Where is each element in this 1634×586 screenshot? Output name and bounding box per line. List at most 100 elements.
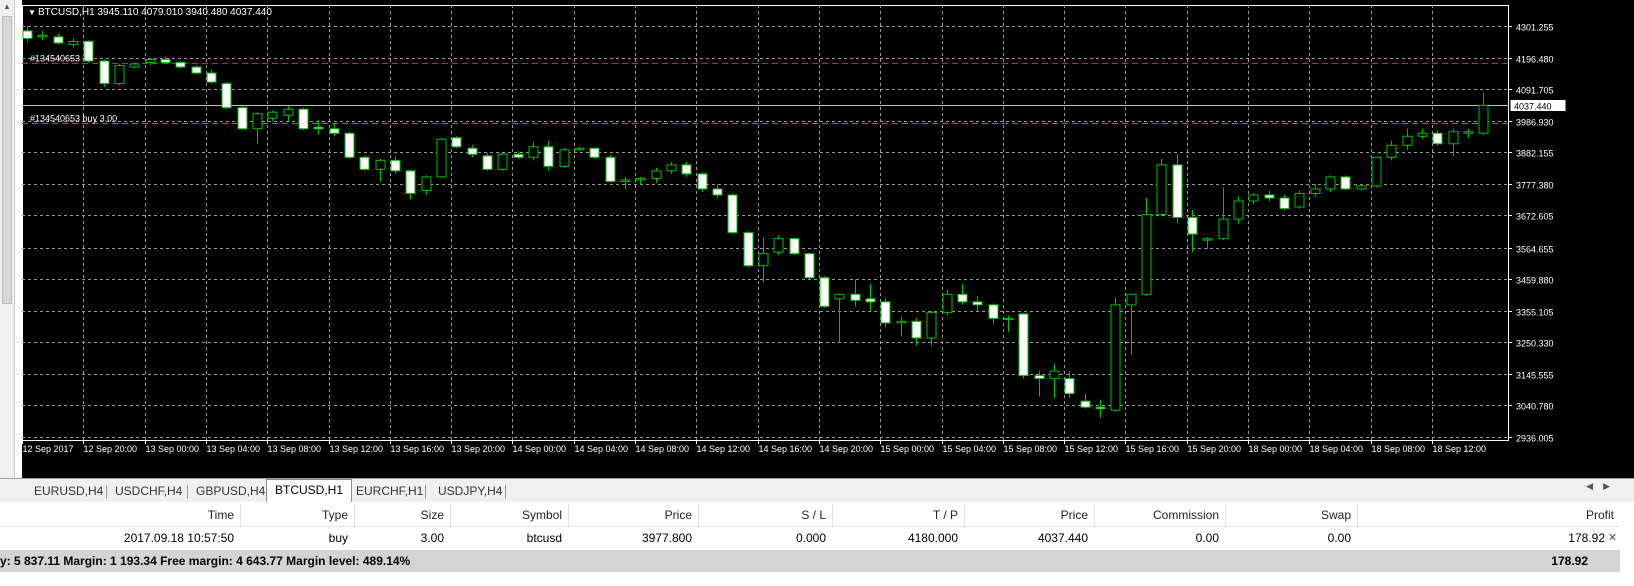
time-tick-label: 15 Sep 16:00 [1126, 444, 1180, 454]
header-stop-loss[interactable]: S / L [698, 504, 832, 526]
time-tick-label: 14 Sep 16:00 [759, 444, 813, 454]
header-symbol[interactable]: Symbol [450, 504, 568, 526]
time-tick-label: 14 Sep 08:00 [636, 444, 690, 454]
tab-usdchf-h4[interactable]: USDCHF,H4 [107, 481, 190, 501]
bullish-candle [1156, 164, 1167, 216]
price-tick-label: 3459.880 [1516, 276, 1554, 286]
time-tick-label: 13 Sep 16:00 [391, 444, 445, 454]
order-label-entry: #134540653 buy 3.00 [30, 114, 117, 124]
order-label-take-profit: #134540653 [30, 54, 80, 64]
row-profit: 178.92 [1568, 531, 1605, 545]
bullish-candle [528, 146, 539, 158]
time-tick-label: 15 Sep 08:00 [1004, 444, 1058, 454]
bullish-candle [1463, 131, 1474, 134]
scrollbar-thumb[interactable] [2, 16, 12, 304]
bearish-candle [329, 128, 340, 134]
header-time[interactable]: Time [0, 504, 240, 526]
bullish-candle [1325, 176, 1336, 190]
tab-usdjpy-h4[interactable]: USDJPY,H4 [430, 481, 510, 501]
bearish-candle [405, 170, 416, 194]
header-price[interactable]: Price [568, 504, 698, 526]
bearish-candle [727, 194, 738, 234]
header-current-price[interactable]: Price [964, 504, 1094, 526]
price-tick-label: 4196.480 [1516, 55, 1554, 65]
time-tick-label: 18 Sep 04:00 [1310, 444, 1364, 454]
price-tick-label: 3672.605 [1516, 212, 1554, 222]
time-tick-label: 15 Sep 00:00 [881, 444, 935, 454]
price-tick-label: 2936.005 [1516, 434, 1554, 444]
time-tick-label: 14 Sep 12:00 [697, 444, 751, 454]
bearish-candle [605, 156, 616, 182]
bearish-candle [819, 277, 830, 307]
scroll-up-arrow-icon[interactable]: ▲ [2, 2, 12, 12]
trade-table-header: Time Type Size Symbol Price S / L T / P … [0, 504, 1620, 527]
header-profit[interactable]: Profit [1357, 504, 1620, 526]
bullish-candle [1049, 370, 1060, 380]
time-tick-label: 13 Sep 00:00 [146, 444, 200, 454]
bearish-candle [206, 72, 217, 83]
bullish-candle [834, 293, 845, 300]
bullish-candle [773, 238, 784, 253]
row-current-price: 4037.440 [1037, 531, 1088, 545]
candlestick-chart[interactable]: 4301.255 4196.480 4091.705 3986.930 3882.155… [22, 0, 1634, 478]
tab-separator [505, 485, 506, 499]
price-tick-label: 4091.705 [1516, 86, 1554, 96]
plot-frame [22, 5, 1509, 441]
time-tick-label: 14 Sep 20:00 [820, 444, 874, 454]
price-tick-label: 3250.330 [1516, 339, 1554, 349]
bullish-candle [758, 253, 769, 267]
current-price-label: 4037.440 [1514, 102, 1552, 112]
header-type[interactable]: Type [240, 504, 354, 526]
tab-eurusd-h4[interactable]: EURUSD,H4 [26, 481, 111, 501]
header-commission[interactable]: Commission [1094, 504, 1225, 526]
bullish-candle [283, 108, 294, 116]
chart-area[interactable]: 4301.255 4196.480 4091.705 3986.930 3882.155… [22, 0, 1634, 478]
bullish-candle [1218, 218, 1229, 240]
bearish-candle [712, 188, 723, 196]
table-row[interactable]: 2017.09.18 10:57:50 buy 3.00 btcusd 3977… [0, 527, 1620, 549]
bullish-candle [252, 113, 263, 130]
bullish-candle [436, 138, 447, 178]
bullish-candle [1448, 131, 1459, 145]
time-tick-label: 12 Sep 20:00 [84, 444, 138, 454]
tab-eurchf-h1[interactable]: EURCHF,H1 [348, 481, 431, 501]
bearish-candle [1187, 217, 1198, 235]
header-take-profit[interactable]: T / P [832, 504, 964, 526]
left-scrollbar[interactable]: ▲ [0, 0, 15, 478]
bullish-candle [1202, 238, 1213, 241]
bullish-candle [1310, 188, 1321, 194]
bullish-candle [1386, 144, 1397, 158]
bullish-candle [942, 293, 953, 313]
header-size[interactable]: Size [354, 504, 450, 526]
tab-gbpusd-h4[interactable]: GBPUSD,H4 [188, 481, 273, 501]
header-swap[interactable]: Swap [1225, 504, 1357, 526]
tab-btcusd-h1[interactable]: BTCUSD,H1 [266, 479, 353, 502]
bearish-candle [53, 36, 64, 44]
bullish-candle [1294, 192, 1305, 208]
price-tick-label: 4301.255 [1516, 23, 1554, 33]
bullish-candle [1003, 317, 1014, 320]
price-tick-label: 3355.105 [1516, 308, 1554, 318]
close-position-icon[interactable]: ✕ [1605, 527, 1620, 549]
bearish-candle [543, 146, 554, 167]
bullish-candle [1233, 200, 1244, 220]
bullish-candle [620, 179, 631, 182]
bearish-candle [804, 253, 815, 279]
time-tick-label: 18 Sep 08:00 [1372, 444, 1426, 454]
bearish-candle [880, 301, 891, 324]
bearish-candle [1264, 194, 1275, 199]
bearish-candle [1432, 132, 1443, 145]
bullish-candle [1371, 156, 1382, 187]
bearish-candle [467, 147, 478, 155]
dropdown-arrow-icon: ▼ [28, 8, 36, 17]
price-tick-label: 3882.155 [1516, 149, 1554, 159]
time-tick-label: 13 Sep 04:00 [207, 444, 261, 454]
bearish-candle [1340, 176, 1351, 190]
row-symbol: btcusd [526, 531, 562, 545]
bullish-candle [1356, 185, 1367, 190]
time-tick-label: 13 Sep 20:00 [452, 444, 506, 454]
tab-scroll-arrows-icon[interactable]: ◀▶ [1586, 481, 1620, 492]
row-stop-loss: 0.000 [795, 531, 826, 545]
bullish-candle [651, 170, 662, 179]
tab-separator [425, 485, 426, 499]
